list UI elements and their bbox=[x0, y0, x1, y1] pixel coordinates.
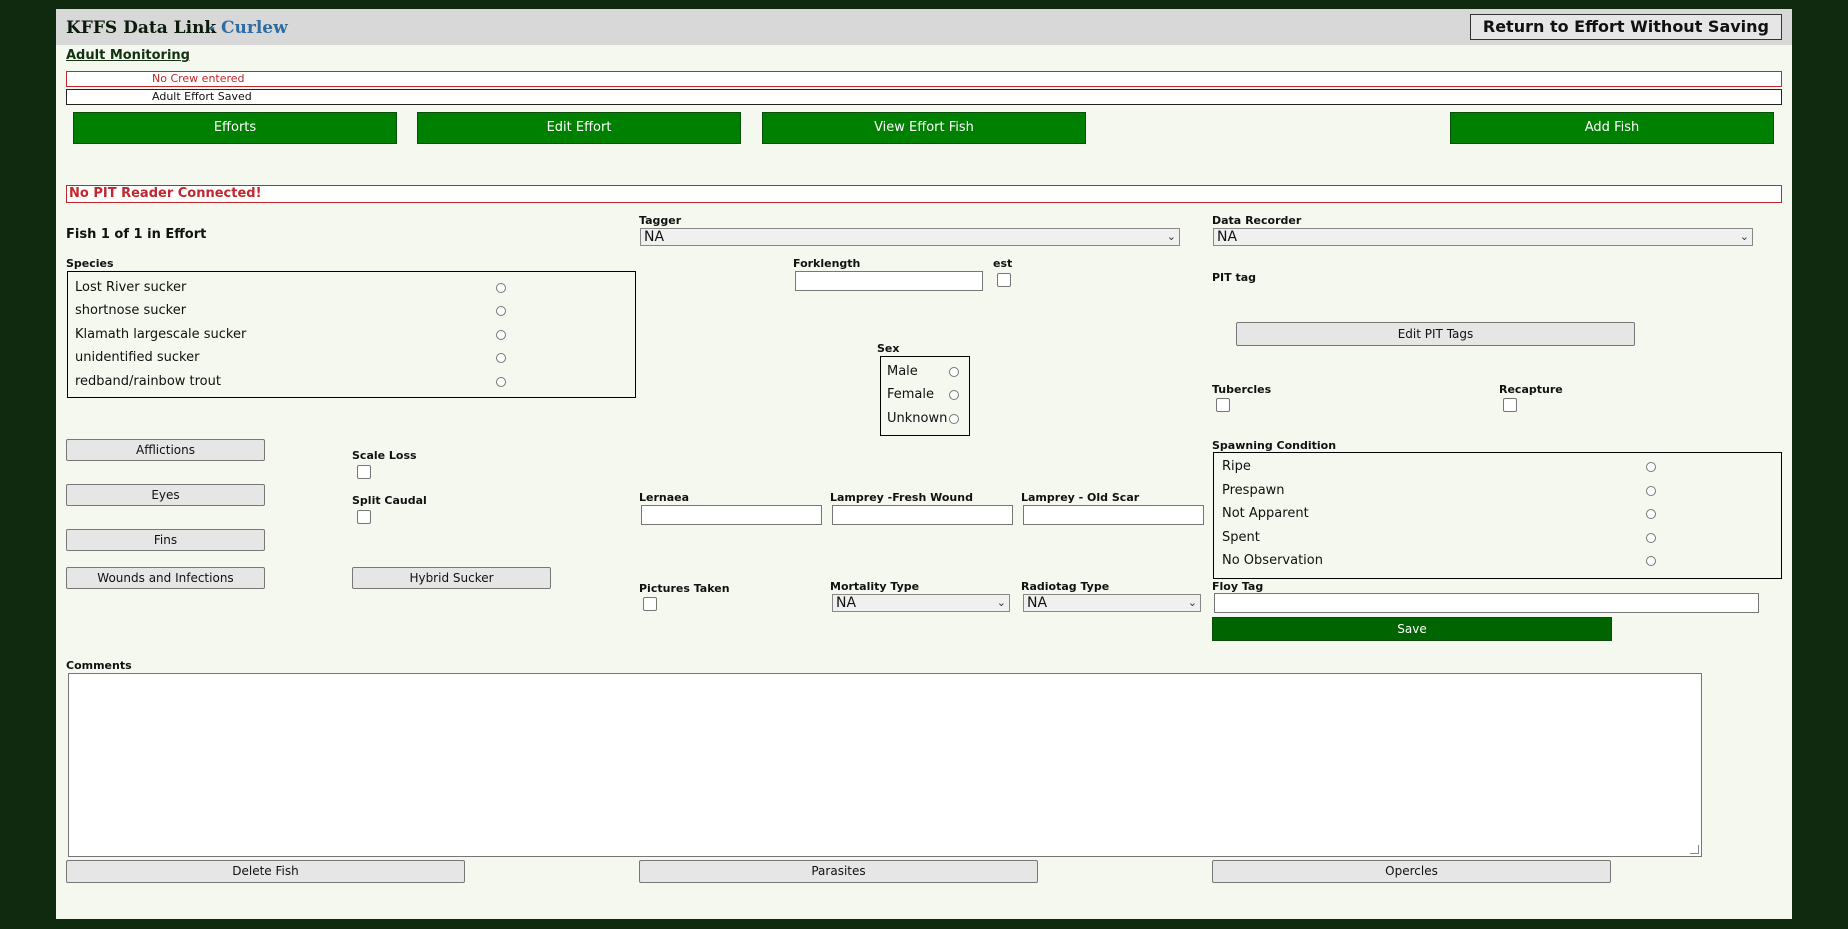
split-caudal-label: Split Caudal bbox=[352, 494, 427, 507]
sex-radio-unknown[interactable] bbox=[949, 414, 959, 424]
tagger-select[interactable]: NA ⌄ bbox=[640, 228, 1180, 246]
parasites-button[interactable]: Parasites bbox=[639, 860, 1038, 883]
radiotag-type-label: Radiotag Type bbox=[1021, 580, 1110, 593]
save-button[interactable]: Save bbox=[1212, 617, 1612, 641]
lernaea-label: Lernaea bbox=[639, 491, 690, 504]
species-group: Lost River sucker shortnose sucker Klama… bbox=[67, 271, 636, 398]
floy-tag-input[interactable] bbox=[1214, 593, 1759, 613]
chevron-down-icon: ⌄ bbox=[1166, 230, 1176, 243]
est-label: est bbox=[993, 257, 1013, 270]
mortality-type-value: NA bbox=[836, 595, 857, 611]
est-checkbox[interactable] bbox=[997, 273, 1011, 287]
pictures-taken-label: Pictures Taken bbox=[639, 582, 730, 595]
recapture-checkbox[interactable] bbox=[1503, 398, 1517, 412]
view-effort-fish-button[interactable]: View Effort Fish bbox=[762, 112, 1086, 144]
species-label: Species bbox=[66, 257, 114, 270]
spawning-radio-prespawn[interactable] bbox=[1646, 486, 1656, 496]
spawning-radio-no-observation[interactable] bbox=[1646, 556, 1656, 566]
split-caudal-checkbox[interactable] bbox=[357, 510, 371, 524]
species-option-label: unidentified sucker bbox=[75, 350, 200, 365]
spawning-condition-label: Spawning Condition bbox=[1212, 439, 1337, 452]
add-fish-button[interactable]: Add Fish bbox=[1450, 112, 1774, 144]
pit-tag-label: PIT tag bbox=[1212, 271, 1257, 284]
app-window: KFFS Data Link - Curlew Return to Effort… bbox=[56, 9, 1792, 919]
sex-label: Sex bbox=[877, 342, 900, 355]
location-subtitle: - Curlew bbox=[208, 18, 288, 38]
header-bar: KFFS Data Link - Curlew Return to Effort… bbox=[56, 9, 1792, 45]
lamprey-fresh-label: Lamprey -Fresh Wound bbox=[830, 491, 973, 504]
species-radio-klamath-largescale[interactable] bbox=[496, 330, 506, 340]
spawning-radio-spent[interactable] bbox=[1646, 533, 1656, 543]
pictures-taken-checkbox[interactable] bbox=[643, 597, 657, 611]
species-radio-shortnose[interactable] bbox=[496, 306, 506, 316]
sex-option-label: Female bbox=[887, 387, 935, 402]
chevron-down-icon: ⌄ bbox=[1187, 596, 1197, 609]
edit-effort-button[interactable]: Edit Effort bbox=[417, 112, 741, 144]
scale-loss-label: Scale Loss bbox=[352, 449, 417, 462]
chevron-down-icon: ⌄ bbox=[1739, 230, 1749, 243]
return-without-saving-button[interactable]: Return to Effort Without Saving bbox=[1469, 14, 1782, 40]
delete-fish-button[interactable]: Delete Fish bbox=[66, 860, 465, 883]
data-recorder-select[interactable]: NA ⌄ bbox=[1213, 228, 1753, 246]
afflictions-button[interactable]: Afflictions bbox=[66, 439, 265, 461]
lamprey-old-input[interactable] bbox=[1023, 505, 1204, 525]
eyes-button[interactable]: Eyes bbox=[66, 484, 265, 506]
forklength-input[interactable] bbox=[795, 271, 983, 291]
lamprey-old-label: Lamprey - Old Scar bbox=[1021, 491, 1140, 504]
species-option-label: Lost River sucker bbox=[75, 280, 187, 295]
species-radio-unidentified[interactable] bbox=[496, 353, 506, 363]
fish-counter: Fish 1 of 1 in Effort bbox=[66, 227, 207, 242]
fins-button[interactable]: Fins bbox=[66, 529, 265, 551]
spawning-condition-group: Ripe Prespawn Not Apparent Spent No Obse… bbox=[1213, 452, 1782, 579]
hybrid-sucker-button[interactable]: Hybrid Sucker bbox=[352, 567, 551, 589]
pit-reader-alert: No PIT Reader Connected! bbox=[66, 185, 1782, 203]
spawning-option-label: No Observation bbox=[1222, 553, 1323, 568]
spawning-option-label: Spent bbox=[1222, 530, 1260, 545]
tubercles-checkbox[interactable] bbox=[1216, 398, 1230, 412]
tagger-label: Tagger bbox=[639, 214, 682, 227]
opercles-button[interactable]: Opercles bbox=[1212, 860, 1611, 883]
spawning-radio-ripe[interactable] bbox=[1646, 462, 1656, 472]
tubercles-label: Tubercles bbox=[1212, 383, 1272, 396]
spawning-option-label: Prespawn bbox=[1222, 483, 1285, 498]
wounds-infections-button[interactable]: Wounds and Infections bbox=[66, 567, 265, 589]
error-message: No Crew entered bbox=[66, 71, 1782, 87]
radiotag-type-select[interactable]: NA ⌄ bbox=[1023, 594, 1201, 612]
sex-radio-male[interactable] bbox=[949, 367, 959, 377]
spawning-radio-not-apparent[interactable] bbox=[1646, 509, 1656, 519]
recapture-label: Recapture bbox=[1499, 383, 1563, 396]
edit-pit-tags-button[interactable]: Edit PIT Tags bbox=[1236, 322, 1635, 346]
species-radio-lost-river[interactable] bbox=[496, 283, 506, 293]
spawning-option-label: Not Apparent bbox=[1222, 506, 1309, 521]
efforts-button[interactable]: Efforts bbox=[73, 112, 397, 144]
comments-label: Comments bbox=[66, 659, 132, 672]
species-option-label: redband/rainbow trout bbox=[75, 374, 221, 389]
comments-textarea[interactable] bbox=[68, 673, 1702, 857]
lernaea-input[interactable] bbox=[641, 505, 822, 525]
sex-radio-female[interactable] bbox=[949, 390, 959, 400]
adult-monitoring-link[interactable]: Adult Monitoring bbox=[66, 48, 190, 63]
species-option-label: shortnose sucker bbox=[75, 303, 187, 318]
chevron-down-icon: ⌄ bbox=[996, 596, 1006, 609]
floy-tag-label: Floy Tag bbox=[1212, 580, 1264, 593]
lamprey-fresh-input[interactable] bbox=[832, 505, 1013, 525]
sex-option-label: Unknown bbox=[887, 411, 948, 426]
success-message: Adult Effort Saved bbox=[66, 89, 1782, 105]
species-option-label: Klamath largescale sucker bbox=[75, 327, 247, 342]
resize-handle-icon[interactable] bbox=[1690, 845, 1699, 854]
forklength-label: Forklength bbox=[793, 257, 861, 270]
data-recorder-value: NA bbox=[1217, 229, 1238, 245]
mortality-type-select[interactable]: NA ⌄ bbox=[832, 594, 1010, 612]
spawning-option-label: Ripe bbox=[1222, 459, 1251, 474]
sex-group: Male Female Unknown bbox=[880, 356, 970, 436]
tagger-value: NA bbox=[644, 229, 665, 245]
data-recorder-label: Data Recorder bbox=[1212, 214, 1302, 227]
app-title: KFFS Data Link bbox=[66, 18, 217, 38]
sex-option-label: Male bbox=[887, 364, 918, 379]
radiotag-type-value: NA bbox=[1027, 595, 1048, 611]
species-radio-redband-trout[interactable] bbox=[496, 377, 506, 387]
mortality-type-label: Mortality Type bbox=[830, 580, 920, 593]
scale-loss-checkbox[interactable] bbox=[357, 465, 371, 479]
